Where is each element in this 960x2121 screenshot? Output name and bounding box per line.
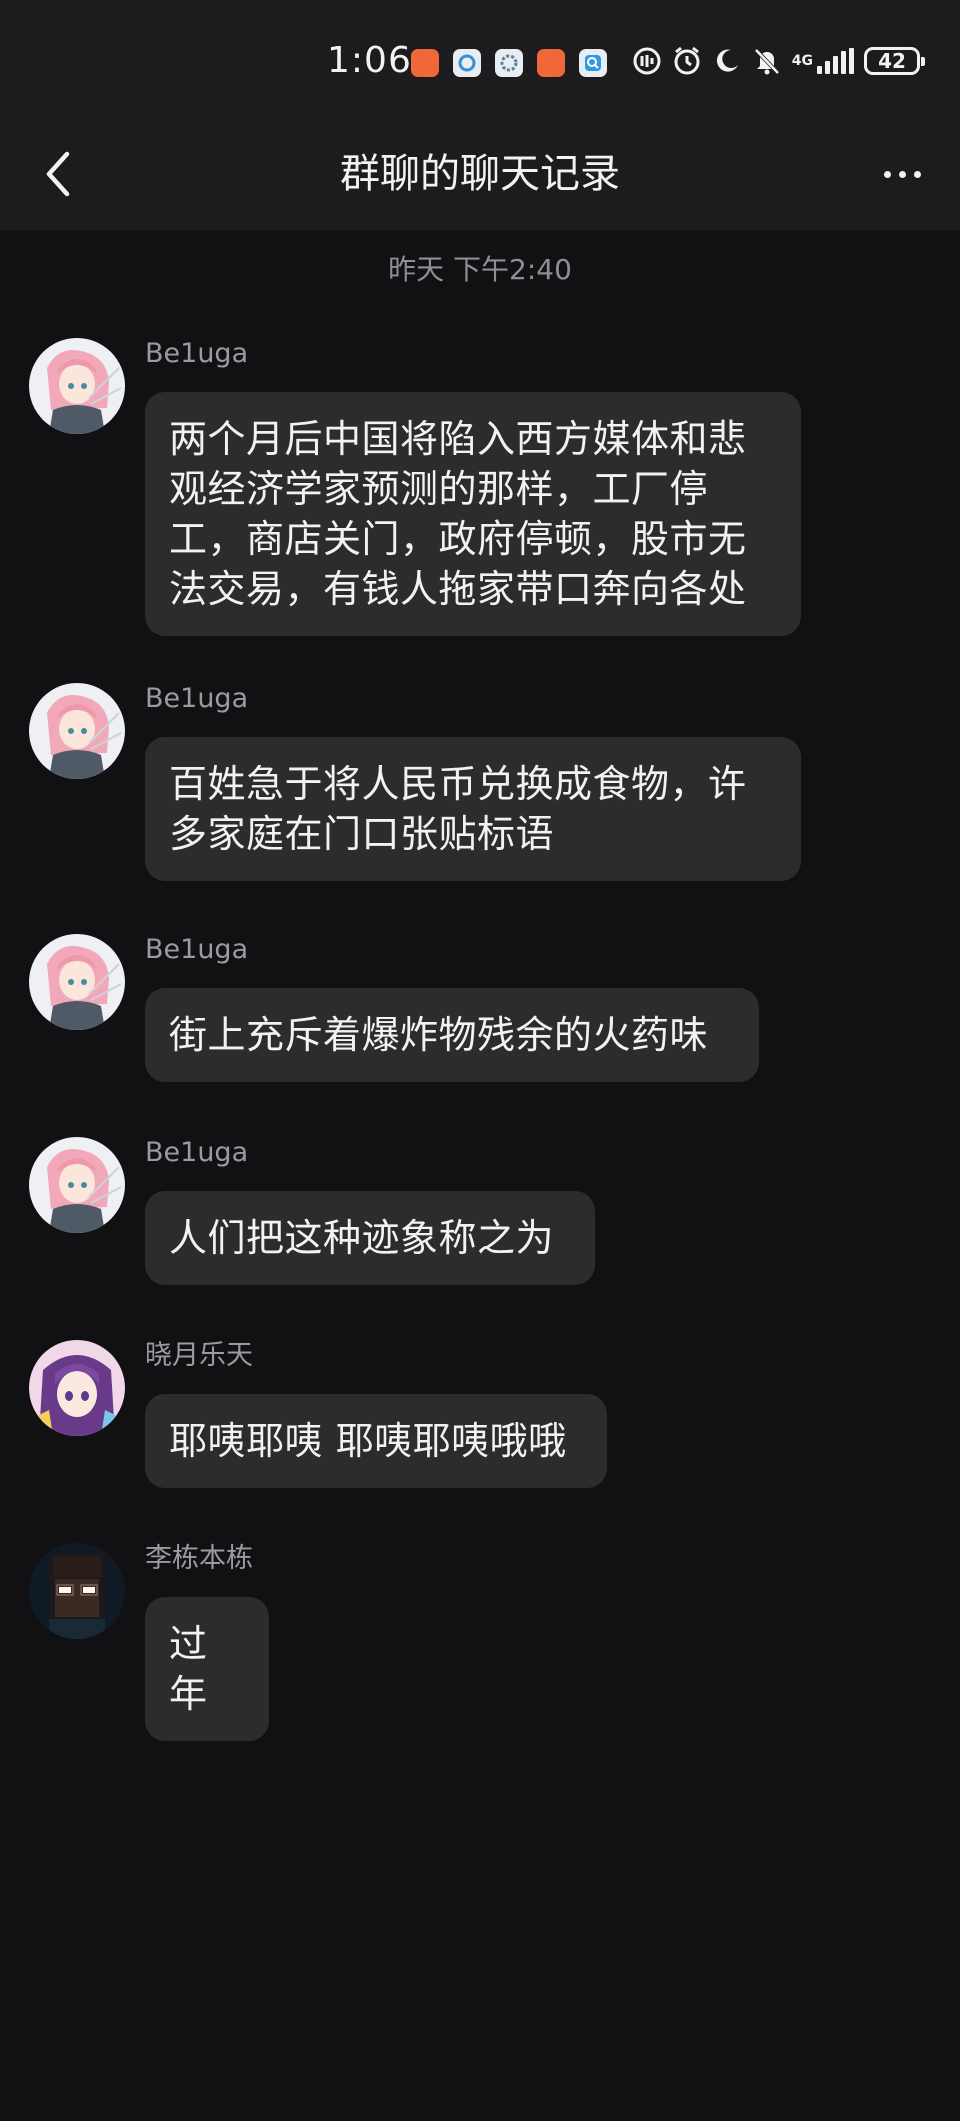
message-bubble[interactable]: 两个月后中国将陷入西方媒体和悲观经济学家预测的那样，工厂停工，商店关门，政府停顿…: [145, 392, 801, 636]
more-dot-icon: [913, 170, 921, 178]
status-bar: 1:06 4G 42: [0, 0, 960, 120]
app-notification-icon: [537, 49, 565, 77]
network-type: 4G: [791, 53, 813, 69]
app-notification-icon: [411, 49, 439, 77]
chat-header: 群聊的聊天记录: [0, 120, 960, 230]
sender-name: 晓月乐天: [145, 1340, 253, 1371]
avatar[interactable]: [29, 338, 125, 434]
alarm-icon: [672, 46, 702, 76]
sender-name: Be1uga: [145, 934, 249, 965]
message-bubble[interactable]: 耶咦耶咦 耶咦耶咦哦哦: [145, 1394, 607, 1488]
chat-timestamp: 昨天 下午2:40: [388, 253, 572, 286]
signal-icon: [817, 48, 854, 74]
status-time: 1:06: [327, 40, 412, 81]
avatar[interactable]: [29, 1137, 125, 1233]
moon-icon: [712, 46, 742, 76]
app-notification-icon: [453, 49, 481, 77]
message-bubble[interactable]: 街上充斥着爆炸物残余的火药味: [145, 988, 759, 1082]
status-icons: 4G 42: [632, 46, 925, 76]
sender-name: Be1uga: [145, 683, 249, 714]
avatar[interactable]: [29, 934, 125, 1030]
avatar[interactable]: [29, 1340, 125, 1436]
sender-name: 李栋本栋: [145, 1543, 253, 1574]
sender-name: Be1uga: [145, 338, 249, 369]
battery-level: 42: [878, 49, 906, 73]
page-title: 群聊的聊天记录: [340, 151, 620, 197]
sender-name: Be1uga: [145, 1137, 249, 1168]
message-bubble[interactable]: 人们把这种迹象称之为: [145, 1191, 595, 1285]
app-notification-icon: [495, 49, 523, 77]
more-dot-icon: [898, 170, 906, 178]
message-bubble[interactable]: 过年: [145, 1597, 269, 1741]
more-options-button[interactable]: [870, 146, 934, 202]
mute-bell-icon: [752, 46, 782, 76]
more-dot-icon: [883, 170, 891, 178]
data-saver-icon: [632, 46, 662, 76]
battery-icon: 42: [864, 47, 925, 75]
app-notification-icon: [579, 49, 607, 77]
avatar[interactable]: [29, 683, 125, 779]
message-bubble[interactable]: 百姓急于将人民币兑换成食物，许多家庭在门口张贴标语: [145, 737, 801, 881]
avatar[interactable]: [29, 1543, 125, 1639]
